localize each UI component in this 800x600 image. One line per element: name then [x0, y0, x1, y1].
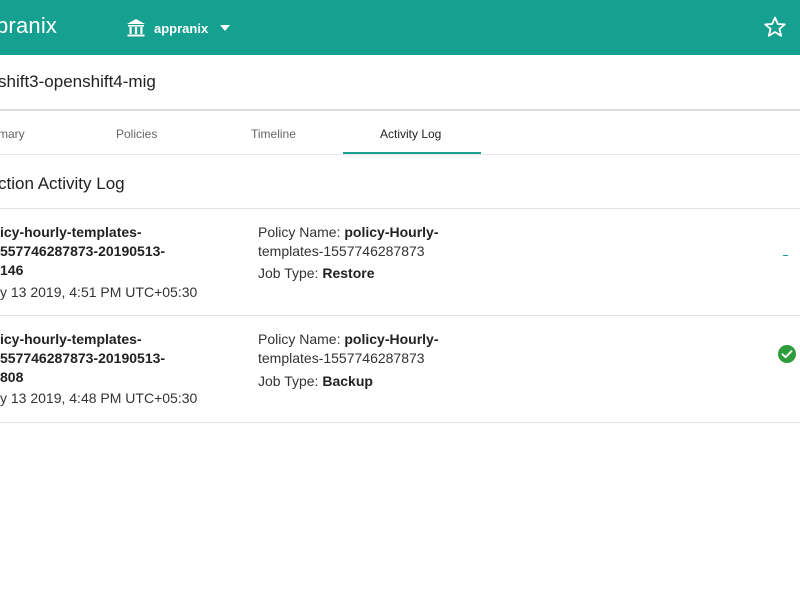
- star-icon[interactable]: [763, 15, 787, 39]
- active-tab-indicator: [343, 152, 481, 154]
- job-type-label: Job Type:: [258, 373, 319, 389]
- job-name-line: 557746287873-20190513-: [0, 243, 166, 259]
- policy-name-value: policy-Hourly-: [344, 224, 439, 240]
- list-item[interactable]: icy-hourly-templates- 557746287873-20190…: [0, 316, 800, 422]
- job-timestamp: y 13 2019, 4:48 PM UTC+05:30: [0, 390, 198, 406]
- policy-name-value: policy-Hourly-: [344, 331, 439, 347]
- policy-name-value-cont: templates-1557746287873: [258, 243, 425, 259]
- policy-name-value-cont: templates-1557746287873: [258, 350, 425, 366]
- job-type: Job Type: Restore: [258, 265, 374, 281]
- tab-summary[interactable]: mary: [0, 127, 25, 141]
- tab-activity-log[interactable]: Activity Log: [380, 127, 441, 141]
- tab-policies[interactable]: Policies: [116, 127, 157, 141]
- job-type-value: Backup: [322, 373, 373, 389]
- top-app-bar: pranix appranix: [0, 0, 800, 55]
- job-name-line: 557746287873-20190513-: [0, 350, 166, 366]
- policy-name: Policy Name: policy-Hourly- templates-15…: [258, 330, 438, 368]
- job-name-line: 808: [0, 369, 24, 385]
- policy-name-label: Policy Name:: [258, 331, 341, 347]
- bank-icon: [127, 19, 145, 37]
- policy-name-label: Policy Name:: [258, 224, 341, 240]
- caret-down-icon: [220, 25, 231, 31]
- job-type: Job Type: Backup: [258, 373, 373, 389]
- tenant-name: appranix: [154, 20, 209, 36]
- job-name: icy-hourly-templates- 557746287873-20190…: [0, 330, 250, 387]
- job-name-line: icy-hourly-templates-: [0, 224, 142, 240]
- job-type-label: Job Type:: [258, 265, 319, 281]
- tab-bar: mary Policies Timeline Activity Log: [0, 113, 800, 155]
- page-title: shift3-openshift4-mig: [0, 72, 156, 91]
- brand-logo-text[interactable]: pranix: [0, 13, 57, 39]
- divider: [0, 422, 800, 423]
- page-header: shift3-openshift4-mig: [0, 55, 800, 111]
- check-circle-icon: [778, 345, 796, 363]
- policy-name: Policy Name: policy-Hourly- templates-15…: [258, 223, 438, 261]
- list-item[interactable]: icy-hourly-templates- 557746287873-20190…: [0, 209, 800, 315]
- job-type-value: Restore: [322, 265, 375, 281]
- job-name-line: icy-hourly-templates-: [0, 331, 142, 347]
- section-title: ction Activity Log: [0, 174, 125, 193]
- job-name: icy-hourly-templates- 557746287873-20190…: [0, 223, 250, 280]
- job-name-line: 146: [0, 262, 24, 278]
- in-progress-indicator: [783, 255, 788, 256]
- job-timestamp: y 13 2019, 4:51 PM UTC+05:30: [0, 284, 198, 300]
- tenant-switcher[interactable]: appranix: [126, 15, 231, 41]
- tab-timeline[interactable]: Timeline: [251, 127, 296, 141]
